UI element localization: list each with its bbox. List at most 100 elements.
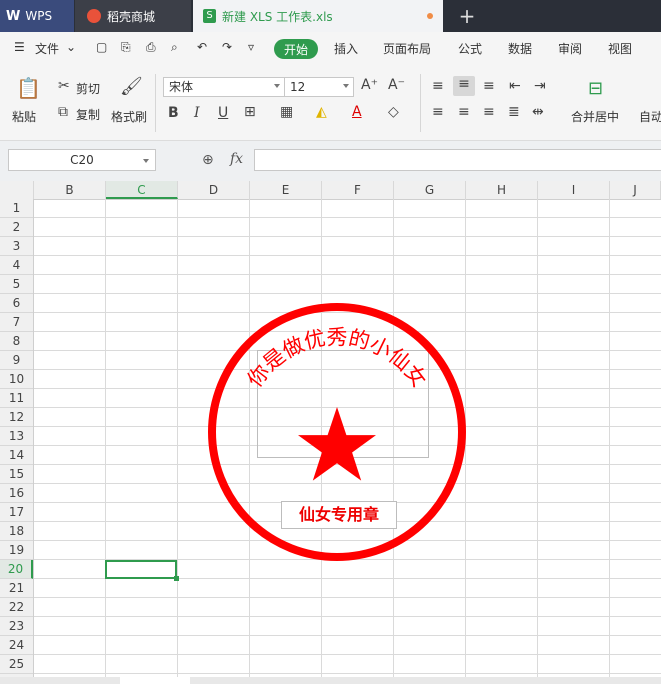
borders-icon[interactable]: ⊞: [244, 104, 256, 120]
row-header[interactable]: 7: [0, 313, 33, 332]
formula-input[interactable]: [254, 149, 661, 171]
row-header[interactable]: 14: [0, 446, 33, 465]
row-header[interactable]: 3: [0, 237, 33, 256]
align-middle-icon[interactable]: ≡: [453, 76, 475, 96]
row-header[interactable]: 21: [0, 579, 33, 598]
selected-cell[interactable]: [105, 560, 177, 579]
copy-button[interactable]: 复制: [76, 106, 100, 123]
row-header[interactable]: 15: [0, 465, 33, 484]
distributed-icon[interactable]: ⇹: [532, 104, 544, 120]
column-header[interactable]: I: [538, 181, 610, 199]
quick-access-more-icon[interactable]: ▿: [248, 40, 254, 54]
bold-icon[interactable]: B: [168, 105, 179, 121]
column-header[interactable]: G: [394, 181, 466, 199]
row-header[interactable]: 9: [0, 351, 33, 370]
row-header[interactable]: 24: [0, 636, 33, 655]
wrap-text-button[interactable]: 自动: [639, 108, 661, 125]
tab-wps[interactable]: W WPS: [0, 0, 74, 32]
menu-review[interactable]: 审阅: [558, 40, 582, 57]
column-header[interactable]: F: [322, 181, 394, 199]
column-header[interactable]: H: [466, 181, 538, 199]
menu-home[interactable]: 开始: [274, 39, 318, 59]
row-header[interactable]: 11: [0, 389, 33, 408]
merge-cells-icon[interactable]: ⊟: [588, 78, 603, 99]
row-header[interactable]: 22: [0, 598, 33, 617]
column-header[interactable]: J: [610, 181, 661, 199]
row-header[interactable]: 25: [0, 655, 33, 674]
paste-icon[interactable]: 📋: [16, 76, 41, 100]
export-icon[interactable]: ⎘: [121, 40, 131, 55]
row-header[interactable]: 12: [0, 408, 33, 427]
seal-arc-text[interactable]: 你是做优秀的小仙女: [243, 325, 432, 391]
menu-data[interactable]: 数据: [508, 40, 532, 57]
seal-star-icon[interactable]: [298, 407, 376, 481]
italic-icon[interactable]: I: [194, 105, 200, 121]
menu-view[interactable]: 视图: [608, 40, 632, 57]
font-name-select[interactable]: 宋体: [163, 77, 285, 97]
row-header[interactable]: 17: [0, 503, 33, 522]
print-icon[interactable]: ⎙: [146, 40, 156, 55]
underline-icon[interactable]: U: [218, 105, 228, 121]
row-header[interactable]: 19: [0, 541, 33, 560]
menu-insert[interactable]: 插入: [334, 40, 358, 57]
cell-style-icon[interactable]: ▦: [280, 104, 293, 120]
merge-center-button[interactable]: 合并居中: [571, 108, 619, 125]
justify-icon[interactable]: ≣: [508, 104, 520, 120]
tab-document[interactable]: S 新建 XLS 工作表.xls: [193, 0, 443, 32]
align-top-icon[interactable]: ≡: [432, 78, 444, 94]
scissors-icon[interactable]: ✂: [58, 78, 70, 94]
row-header[interactable]: 18: [0, 522, 33, 541]
fill-color-icon[interactable]: ◭: [316, 104, 327, 120]
row-header[interactable]: 4: [0, 256, 33, 275]
save-icon[interactable]: ▢: [96, 40, 107, 54]
column-header[interactable]: E: [250, 181, 322, 199]
select-all-corner[interactable]: [0, 181, 34, 199]
seal-label[interactable]: 仙女专用章: [281, 501, 397, 529]
align-center-icon[interactable]: ≡: [458, 104, 470, 120]
chevron-down-icon[interactable]: ⌄: [66, 40, 76, 54]
row-header[interactable]: 8: [0, 332, 33, 351]
cut-button[interactable]: 剪切: [76, 80, 100, 97]
horizontal-scrollbar[interactable]: [0, 677, 661, 684]
clear-format-icon[interactable]: ◇: [388, 104, 399, 120]
row-header[interactable]: 13: [0, 427, 33, 446]
format-painter-button[interactable]: 格式刷: [111, 108, 147, 125]
row-header[interactable]: 6: [0, 294, 33, 313]
column-header[interactable]: B: [34, 181, 106, 199]
zoom-lookup-icon[interactable]: ⊕: [202, 152, 214, 168]
print-preview-icon[interactable]: ⌕: [171, 40, 178, 55]
menu-formulas[interactable]: 公式: [458, 40, 482, 57]
new-tab-plus-icon[interactable]: +: [452, 0, 482, 32]
horizontal-scrollbar-thumb[interactable]: [120, 677, 190, 684]
redo-icon[interactable]: ↷: [222, 40, 232, 54]
row-header-selected[interactable]: 20: [0, 560, 33, 579]
menu-file[interactable]: 文件: [35, 40, 59, 57]
align-left-icon[interactable]: ≡: [432, 104, 444, 120]
fx-icon[interactable]: fx: [230, 151, 243, 167]
name-box[interactable]: C20: [8, 149, 156, 171]
row-header[interactable]: 23: [0, 617, 33, 636]
paste-button[interactable]: 粘贴: [12, 108, 36, 125]
copy-icon[interactable]: ⧉: [58, 104, 68, 120]
row-header[interactable]: 10: [0, 370, 33, 389]
increase-font-icon[interactable]: A⁺: [361, 77, 378, 93]
column-header[interactable]: D: [178, 181, 250, 199]
menu-page-layout[interactable]: 页面布局: [383, 40, 431, 57]
fill-handle[interactable]: [174, 576, 179, 581]
row-header[interactable]: 2: [0, 218, 33, 237]
align-right-icon[interactable]: ≡: [483, 104, 495, 120]
undo-icon[interactable]: ↶: [197, 40, 207, 54]
decrease-indent-icon[interactable]: ⇤: [509, 78, 521, 94]
row-header[interactable]: 1: [0, 199, 33, 218]
hamburger-icon[interactable]: ☰: [14, 40, 25, 54]
column-header-selected[interactable]: C: [106, 181, 178, 199]
align-bottom-icon[interactable]: ≡: [483, 78, 495, 94]
tab-docer-store[interactable]: 稻壳商城: [75, 0, 191, 32]
font-size-select[interactable]: 12: [284, 77, 354, 97]
row-header[interactable]: 16: [0, 484, 33, 503]
brush-icon[interactable]: 🖌: [120, 76, 143, 97]
row-header[interactable]: 5: [0, 275, 33, 294]
decrease-font-icon[interactable]: A⁻: [388, 77, 405, 93]
increase-indent-icon[interactable]: ⇥: [534, 78, 546, 94]
font-color-icon[interactable]: A: [352, 104, 362, 120]
